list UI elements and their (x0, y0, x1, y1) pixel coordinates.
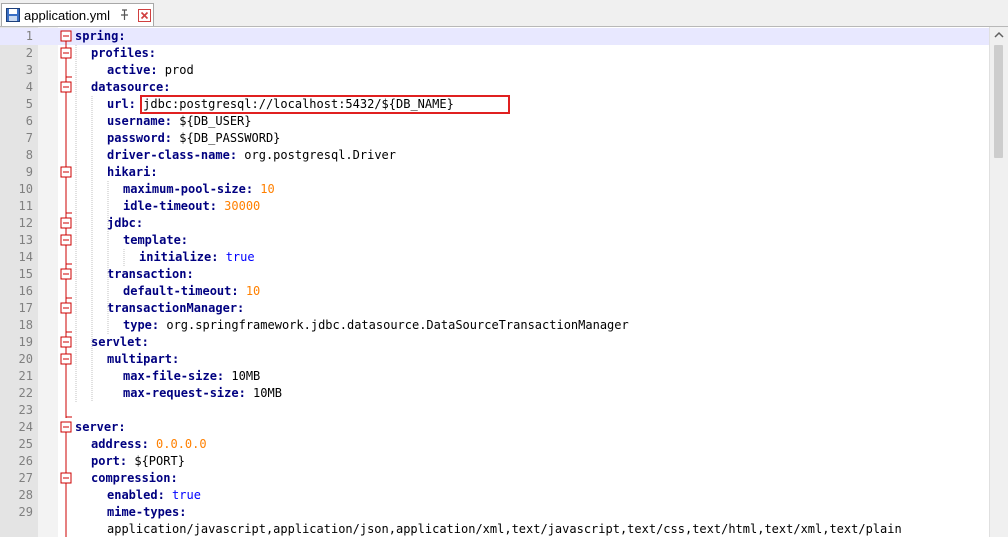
tab-title: application.yml (24, 8, 110, 23)
scrollbar-thumb[interactable] (994, 45, 1003, 158)
save-floppy-icon (6, 8, 20, 22)
pin-icon[interactable] (118, 9, 130, 21)
scroll-up-arrow-icon[interactable] (990, 27, 1008, 43)
url-highlight-box (140, 95, 510, 114)
vertical-scrollbar[interactable] (989, 27, 1008, 537)
tab-application-yml[interactable]: application.yml (1, 3, 154, 26)
tab-bar: application.yml (0, 0, 1008, 27)
code-editor[interactable]: 1 spring: 2 profiles: 3 active: prod 4 datasour… (0, 27, 1008, 537)
close-icon[interactable] (138, 9, 151, 22)
